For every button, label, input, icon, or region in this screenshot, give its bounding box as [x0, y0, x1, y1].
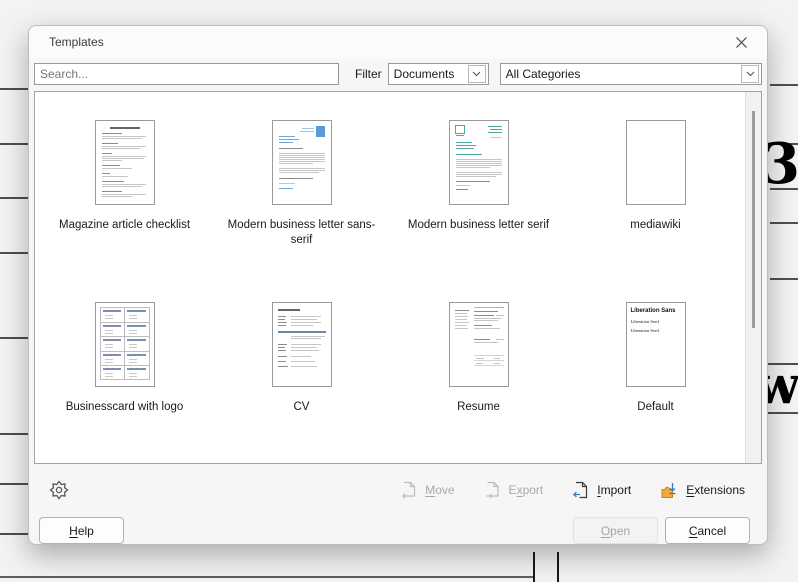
template-thumbnail — [271, 302, 332, 388]
template-item-businesscard-with-logo[interactable]: Businesscard with logo — [36, 274, 213, 456]
template-thumbnail — [625, 120, 686, 206]
template-label: Default — [637, 401, 674, 414]
template-item-default[interactable]: Liberation Sans Liberation Serif Liberat… — [567, 274, 744, 456]
export-button-label: Export — [508, 483, 544, 498]
thumb-text-liberation-serif: Liberation Serif — [630, 319, 660, 325]
template-item-cv[interactable]: CV — [213, 274, 390, 456]
template-thumbnail — [271, 120, 332, 206]
document-move-icon — [401, 481, 416, 499]
dialog-toolbar: Move Export Import Extensions — [29, 478, 767, 502]
cancel-button[interactable]: Cancel — [665, 517, 750, 544]
template-item-modern-business-letter-serif[interactable]: Modern business letter serif — [390, 92, 567, 274]
template-label: CV — [293, 401, 310, 414]
close-button[interactable] — [728, 31, 754, 53]
template-thumbnail — [448, 120, 509, 206]
move-button-label: Move — [425, 483, 455, 498]
template-grid: Magazine article checklist Modern busine… — [36, 92, 744, 463]
cancel-button-label: Cancel — [688, 523, 727, 538]
chevron-down-icon — [741, 64, 759, 83]
help-button-label: Help — [69, 523, 94, 538]
document-import-icon — [572, 481, 588, 498]
open-button[interactable]: Open — [573, 517, 658, 544]
extensions-button[interactable]: Extensions — [659, 480, 745, 500]
dialog-titlebar: Templates — [29, 26, 767, 59]
template-thumbnail — [94, 302, 155, 388]
template-label: Modern business letter sans-serif — [227, 219, 376, 247]
list-scrollbar[interactable] — [745, 92, 761, 464]
help-button[interactable]: Help — [39, 517, 124, 544]
thumb-text-liberation-serif: Liberation Serif — [630, 328, 660, 334]
template-thumbnail: Liberation Sans Liberation Serif Liberat… — [625, 302, 686, 388]
writer-background: 3 wa Templates Filter Documents All Cate… — [0, 0, 798, 582]
export-button[interactable]: Export — [483, 481, 544, 500]
template-item-resume[interactable]: Resume — [390, 274, 567, 456]
settings-button[interactable] — [49, 480, 69, 500]
dialog-title: Templates — [49, 35, 104, 50]
template-item-mediawiki[interactable]: mediawiki — [567, 92, 744, 274]
chevron-down-icon — [467, 64, 486, 83]
gear-icon — [49, 480, 69, 500]
template-item-modern-business-letter-sans-serif[interactable]: Modern business letter sans-serif — [213, 92, 390, 274]
filter-category-select[interactable]: All Categories — [499, 62, 762, 85]
scrollbar-thumb[interactable] — [752, 111, 755, 329]
template-label: mediawiki — [630, 219, 681, 232]
close-icon — [735, 36, 747, 48]
template-label: Magazine article checklist — [58, 219, 191, 232]
footer-right-buttons: Open Cancel — [573, 517, 750, 544]
toolbar-actions: Move Export Import Extensions — [399, 480, 745, 500]
template-thumbnail — [94, 120, 155, 206]
extensions-button-label: Extensions — [686, 483, 745, 498]
import-button-label: Import — [597, 483, 632, 498]
thumb-text-liberation-sans: Liberation Sans — [630, 308, 676, 315]
templates-dialog: Templates Filter Documents All Categorie… — [28, 25, 768, 545]
filter-type-value: Documents — [393, 66, 455, 81]
template-item-magazine-article-checklist[interactable]: Magazine article checklist — [36, 92, 213, 274]
template-label: Modern business letter serif — [407, 219, 550, 232]
template-list: Magazine article checklist Modern busine… — [34, 91, 762, 465]
puzzle-icon — [661, 483, 676, 499]
dialog-footer: Help Open Cancel — [29, 517, 767, 544]
template-label: Resume — [457, 401, 500, 414]
document-export-icon — [486, 481, 499, 499]
filter-type-select[interactable]: Documents — [387, 62, 489, 85]
template-label: Businesscard with logo — [65, 401, 184, 414]
import-button[interactable]: Import — [571, 481, 631, 500]
filter-category-value: All Categories — [505, 66, 581, 81]
filter-label: Filter — [355, 66, 382, 81]
template-thumbnail — [448, 302, 509, 388]
move-button[interactable]: Move — [399, 481, 455, 500]
open-button-label: Open — [600, 523, 631, 538]
search-input[interactable] — [34, 62, 339, 85]
filter-row: Filter Documents All Categories — [29, 59, 767, 89]
